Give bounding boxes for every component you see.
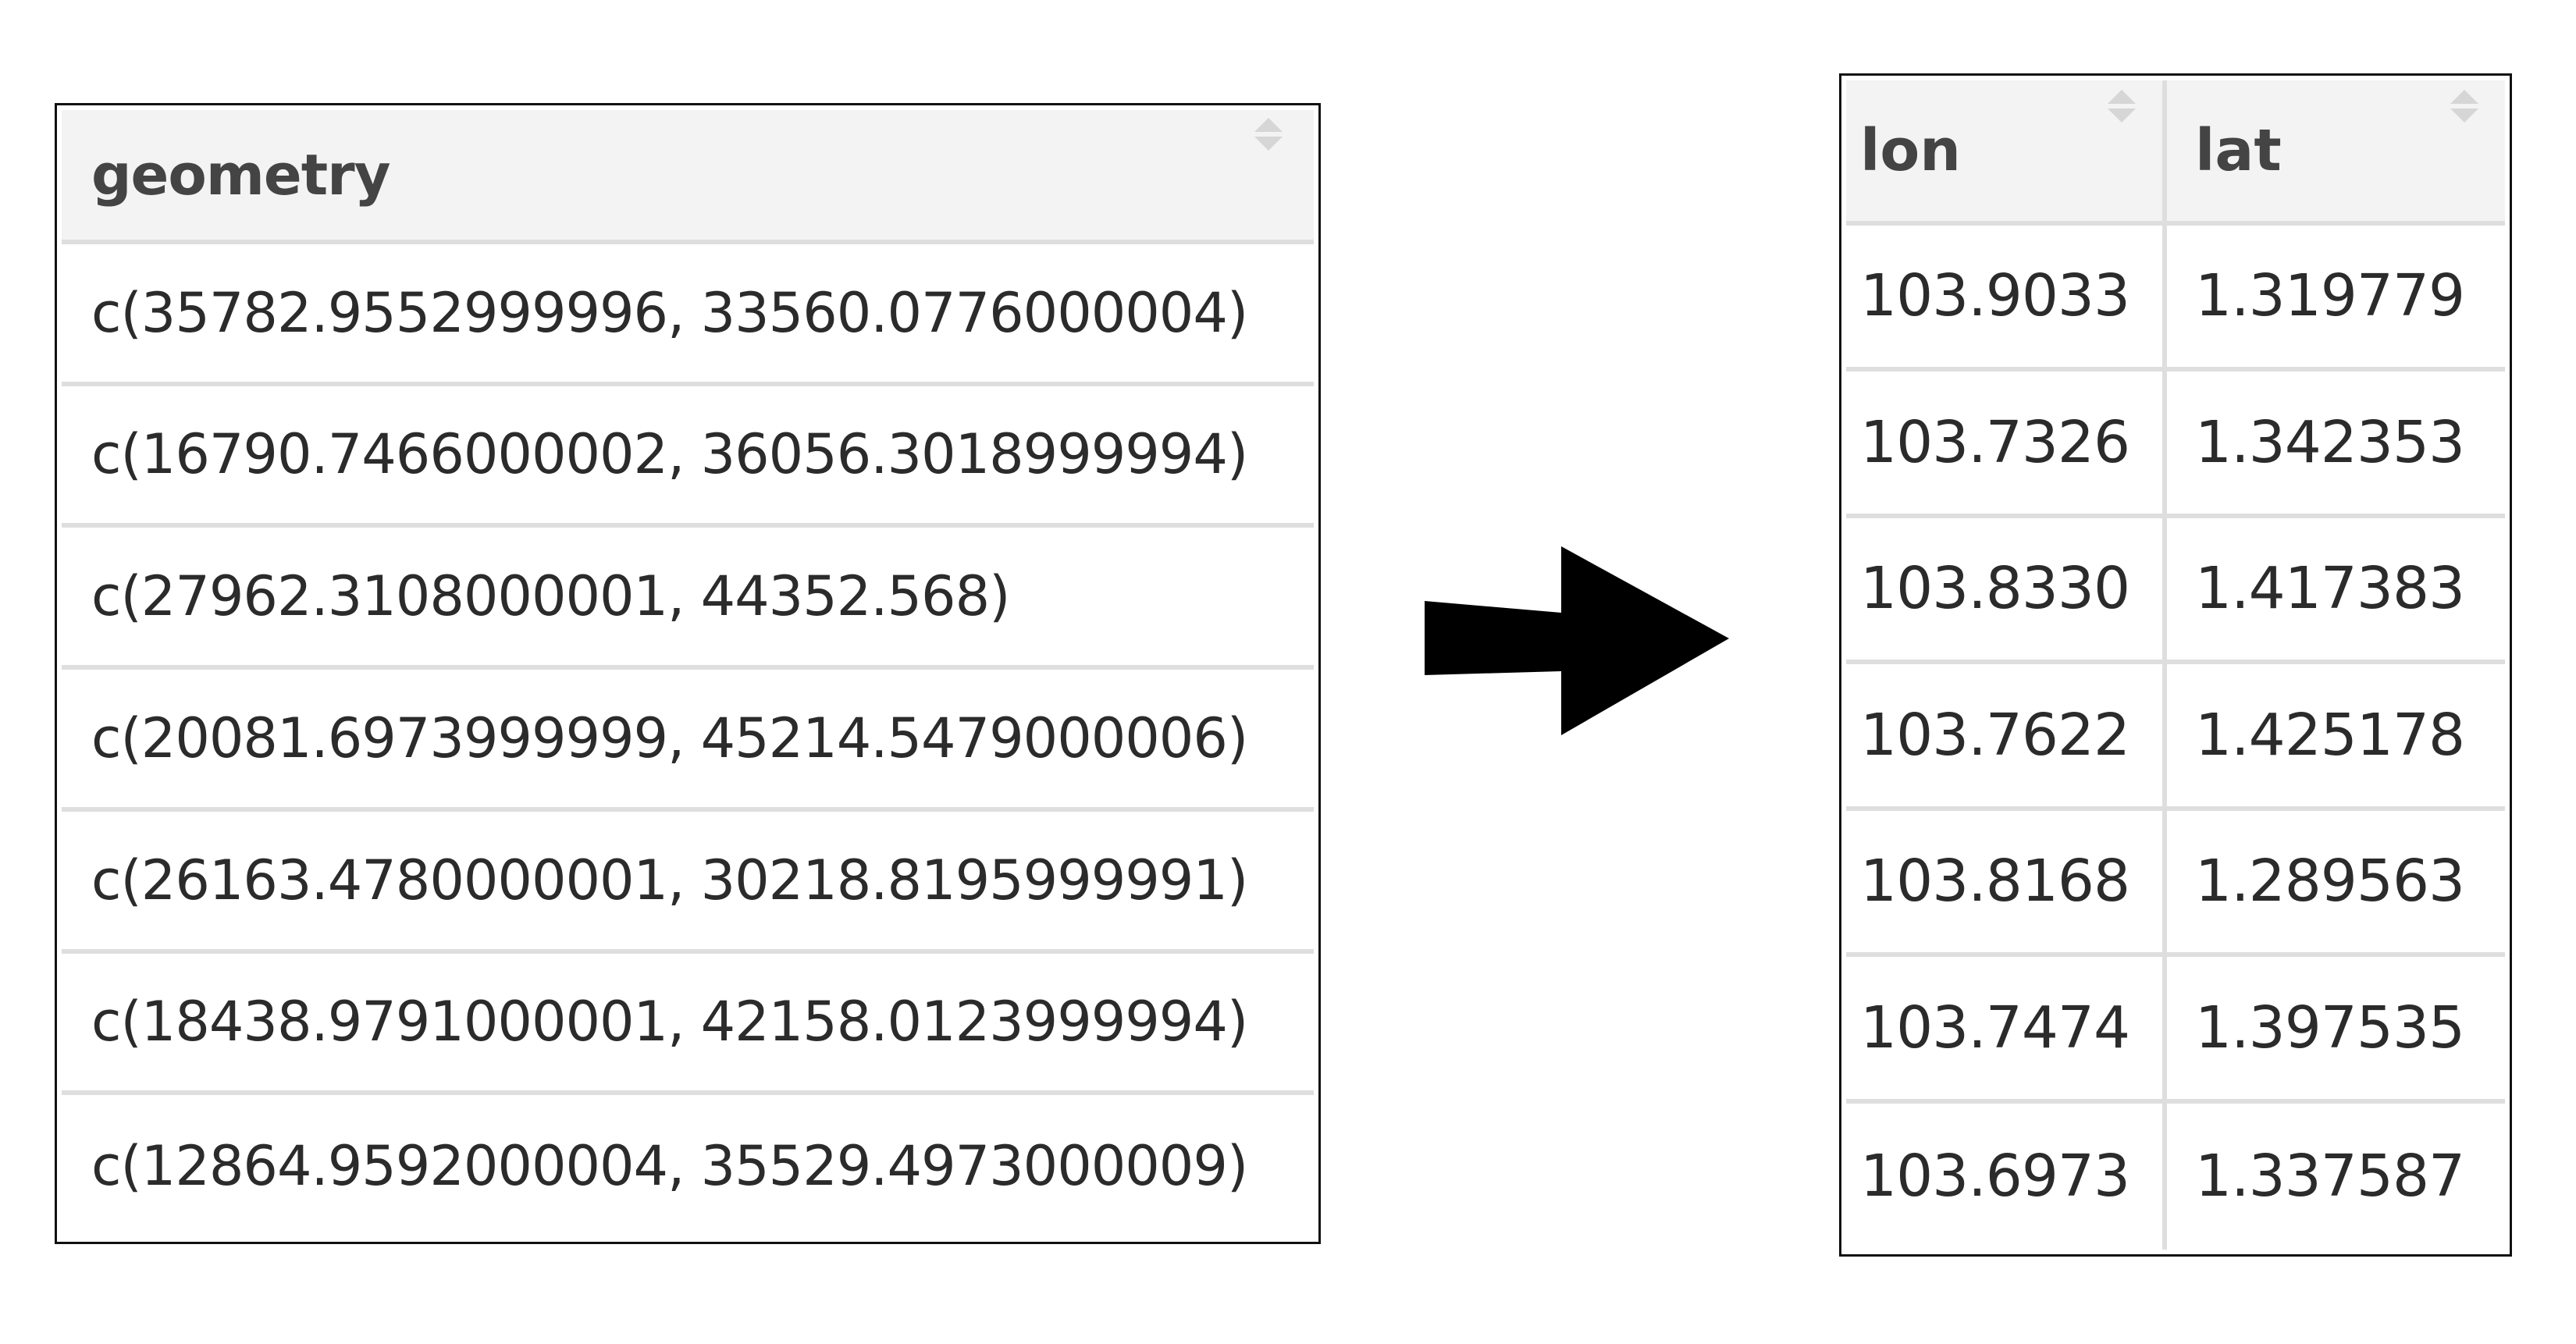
geometry-cell: c(16790.7466000002, 36056.3018999994) (91, 422, 1248, 487)
lon-lat-table-header-row: lon lat (1846, 80, 2505, 226)
sort-icon[interactable] (2108, 90, 2137, 123)
lon-cell: 103.7326 (1846, 372, 2168, 514)
table-row: c(18438.9791000001, 42158.0123999994) (62, 953, 1314, 1096)
lat-cell: 1.289563 (2195, 848, 2465, 916)
lat-column-header[interactable]: lat (2167, 80, 2505, 221)
lat-cell: 1.397535 (2195, 994, 2465, 1061)
sort-icon[interactable] (2450, 90, 2478, 123)
table-row: 103.6973 1.337587 (1846, 1103, 2505, 1250)
table-row: c(27962.3108000001, 44352.568) (62, 528, 1314, 670)
table-row: 103.8168 1.289563 (1846, 810, 2505, 958)
lon-cell: 103.9033 (1846, 225, 2168, 368)
lat-cell: 1.337587 (2195, 1143, 2465, 1211)
lat-cell: 1.425178 (2195, 701, 2465, 769)
geometry-column-header-label: geometry (91, 141, 391, 208)
geometry-cell: c(27962.3108000001, 44352.568) (91, 564, 1010, 629)
lon-column-header[interactable]: lon (1846, 80, 2168, 221)
lat-cell: 1.319779 (2195, 262, 2465, 330)
lat-cell: 1.417383 (2195, 555, 2465, 623)
table-row: 103.7622 1.425178 (1846, 664, 2505, 811)
lon-cell: 103.7474 (1846, 957, 2168, 1099)
table-row: 103.7326 1.342353 (1846, 372, 2505, 518)
geometry-column-header[interactable]: geometry (62, 110, 1314, 240)
lon-cell: 103.6973 (1846, 1103, 2168, 1250)
table-row: 103.7474 1.397535 (1846, 957, 2505, 1104)
sort-icon[interactable] (1254, 118, 1283, 151)
table-row: c(26163.4780000001, 30218.8195999991) (62, 811, 1314, 954)
lon-cell: 103.8330 (1846, 517, 2168, 660)
lon-cell: 103.8168 (1846, 810, 2168, 953)
table-row: c(20081.6973999999, 45214.5479000006) (62, 670, 1314, 812)
right-arrow-icon (1425, 546, 1729, 735)
table-row: c(16790.7466000002, 36056.3018999994) (62, 386, 1314, 528)
geometry-cell: c(26163.4780000001, 30218.8195999991) (91, 848, 1248, 912)
geometry-cell: c(35782.9552999996, 33560.0776000004) (91, 280, 1248, 345)
lon-lat-table: lon lat 103.9033 1.319779 103.7326 1.342… (1839, 73, 2512, 1257)
lon-cell: 103.7622 (1846, 664, 2168, 806)
lat-cell: 1.342353 (2195, 408, 2465, 476)
lat-column-header-label: lat (2195, 116, 2282, 184)
geometry-cell: c(20081.6973999999, 45214.5479000006) (91, 706, 1248, 770)
table-row: 103.8330 1.417383 (1846, 517, 2505, 665)
geometry-table-header-row: geometry (62, 110, 1314, 244)
geometry-cell: c(12864.9592000004, 35529.4973000009) (91, 1134, 1248, 1199)
lon-column-header-label: lon (1860, 116, 1961, 184)
table-row: 103.9033 1.319779 (1846, 225, 2505, 372)
geometry-table: geometry c(35782.9552999996, 33560.07760… (55, 103, 1321, 1244)
geometry-cell: c(18438.9791000001, 42158.0123999994) (91, 990, 1248, 1054)
table-row: c(35782.9552999996, 33560.0776000004) (62, 244, 1314, 386)
table-row: c(12864.9592000004, 35529.4973000009) (62, 1095, 1314, 1237)
